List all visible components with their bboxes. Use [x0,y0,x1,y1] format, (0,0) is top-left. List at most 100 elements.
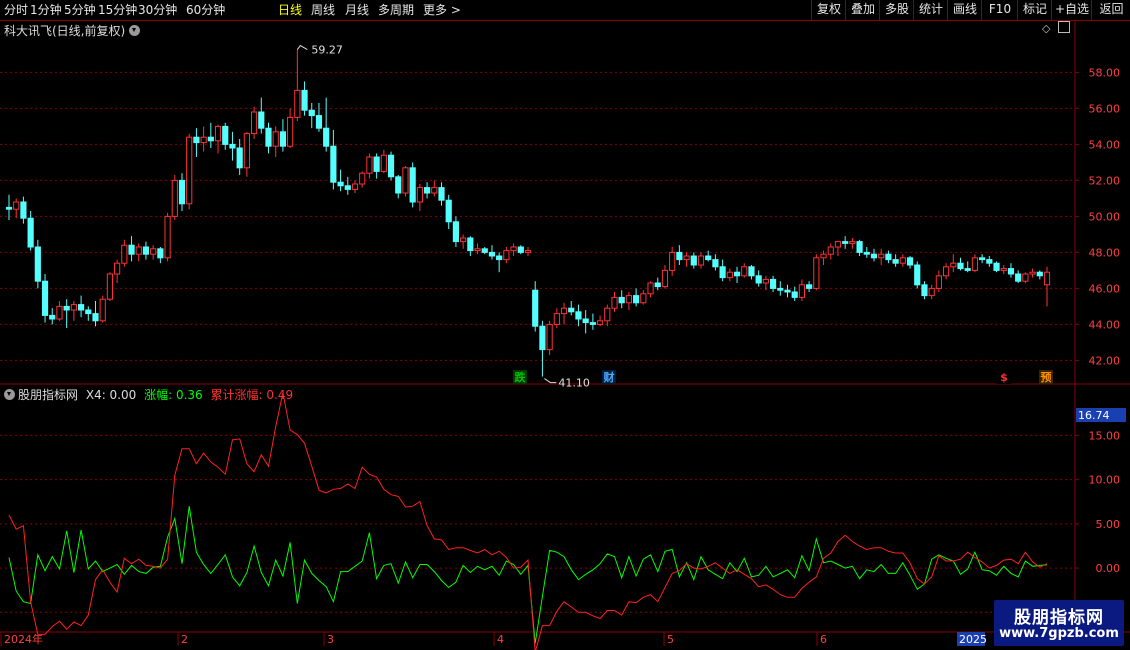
period-tab-4[interactable]: 30分钟 [138,2,177,18]
period-tab-5[interactable]: 60分钟 [186,2,225,18]
year-box [957,632,985,646]
candle-body-down [712,259,719,268]
x-axis-year-label: 2025 [959,633,987,646]
candle-body-up [416,187,423,203]
period-tab-10[interactable]: 更多 > [423,2,461,18]
period-tab-9[interactable]: 多周期 [378,2,414,18]
candle-body-up [661,269,669,288]
candle-body-up [669,251,676,271]
candle-body-down [409,167,416,203]
toolbar-button-7[interactable]: +自选 [1051,0,1092,20]
candle-body-down [806,284,813,289]
current-value-label: 16.74 [1078,409,1110,422]
x4-label: X4: 0.00 [85,388,137,402]
toolbar-button-1[interactable]: 叠加 [845,0,880,20]
candle-body-down [690,255,697,266]
candle-body-down [279,131,287,147]
candle-body-up [200,136,207,144]
x-axis-label: 4 [497,633,504,646]
candle-body-up [604,307,611,322]
toolbar-button-4[interactable]: 画线 [947,0,982,20]
candle-body-up [849,241,856,244]
low-pointer [544,378,557,384]
candle-body-down [532,289,539,327]
candle-body-up [878,253,885,259]
toolbar-button-8[interactable]: 返回 [1091,0,1130,20]
candle-body-down [222,125,229,145]
candle-body-down [395,176,402,194]
candle-body-up [250,111,258,135]
y-tick-label: 44.00 [1089,318,1121,331]
candle-body-down [20,201,27,219]
indicator-y-tick: 10.00 [1089,474,1121,487]
current-value-box [1076,408,1126,422]
toolbar-button-6[interactable]: 标记 [1017,0,1052,20]
diamond-icon[interactable]: ◇ [1042,22,1050,35]
candle-body-down [885,253,892,261]
candle-body-down [423,187,431,194]
low-price-label: 41.10 [558,377,590,390]
candle-body-up [431,187,438,194]
window-toggle-icon[interactable] [1058,21,1070,33]
candle-body-up [1000,268,1007,271]
candle-body-down [993,262,1000,271]
site-watermark: 股朋指标网 www.7gpzb.com [994,600,1124,646]
candle-body-down [1036,271,1043,277]
period-tab-0[interactable]: 分时 [4,2,28,18]
x-axis-label: 2024年 [4,632,43,646]
candle-body-down [488,251,496,257]
candle-body-up [56,305,63,320]
toolbar-button-3[interactable]: 统计 [913,0,948,20]
candle-body-down [323,127,330,147]
candle-body-down [705,255,712,261]
candle-body-up [402,167,409,194]
candle-body-up [813,257,820,289]
event-marker-bg [1039,370,1053,384]
y-tick-label: 42.00 [1089,354,1121,367]
candle-body-down [892,259,899,264]
high-price-label: 59.27 [311,44,343,57]
y-tick-label: 56.00 [1089,102,1121,115]
event-marker: 预 [1041,370,1052,384]
candle-body-down [77,304,85,311]
candle-body-down [142,246,150,255]
candle-body-down [791,291,798,298]
candle-body-up [820,253,827,259]
period-tab-6[interactable]: 日线 [278,2,302,18]
period-tab-1[interactable]: 1分钟 [30,2,62,18]
watermark-url: www.7gpzb.com [999,626,1119,641]
watermark-title: 股朋指标网 [1014,608,1104,628]
candle-body-up [697,255,705,266]
candle-body-up [762,278,769,284]
candle-body-up [359,172,366,185]
leiji-line [8,392,1048,650]
period-tab-7[interactable]: 周线 [311,2,335,18]
candle-body-down [34,246,41,282]
chevron-down-icon[interactable] [4,389,15,400]
x-axis-label: 2 [181,633,188,646]
period-tab-2[interactable]: 5分钟 [64,2,96,18]
zhangfu-line [8,506,1048,644]
chevron-down-icon[interactable] [129,25,141,36]
period-tab-3[interactable]: 15分钟 [98,2,137,18]
candle-body-up [366,156,373,174]
candle-body-down [769,278,777,289]
event-marker: $ [1000,371,1008,384]
candle-body-down [49,314,56,320]
toolbar-button-5[interactable]: F10 [981,0,1018,20]
candle-body-up [950,262,957,268]
toolbar-button-2[interactable]: 多股 [879,0,914,20]
candle-body-up [186,136,193,205]
candle-body-down [344,185,351,190]
toolbar-button-0[interactable]: 复权 [811,0,846,20]
candle-body-up [99,298,106,322]
candle-body-up [625,295,633,304]
candle-body-down [921,284,928,297]
candle-body-up [899,257,906,264]
period-tab-8[interactable]: 月线 [345,2,369,18]
candle-body-up [726,271,733,279]
main-chart-title: 科大讯飞(日线,前复权) [4,22,141,39]
candle-body-down [481,248,488,253]
event-marker: 财 [603,370,615,384]
y-tick-label: 46.00 [1089,282,1121,295]
